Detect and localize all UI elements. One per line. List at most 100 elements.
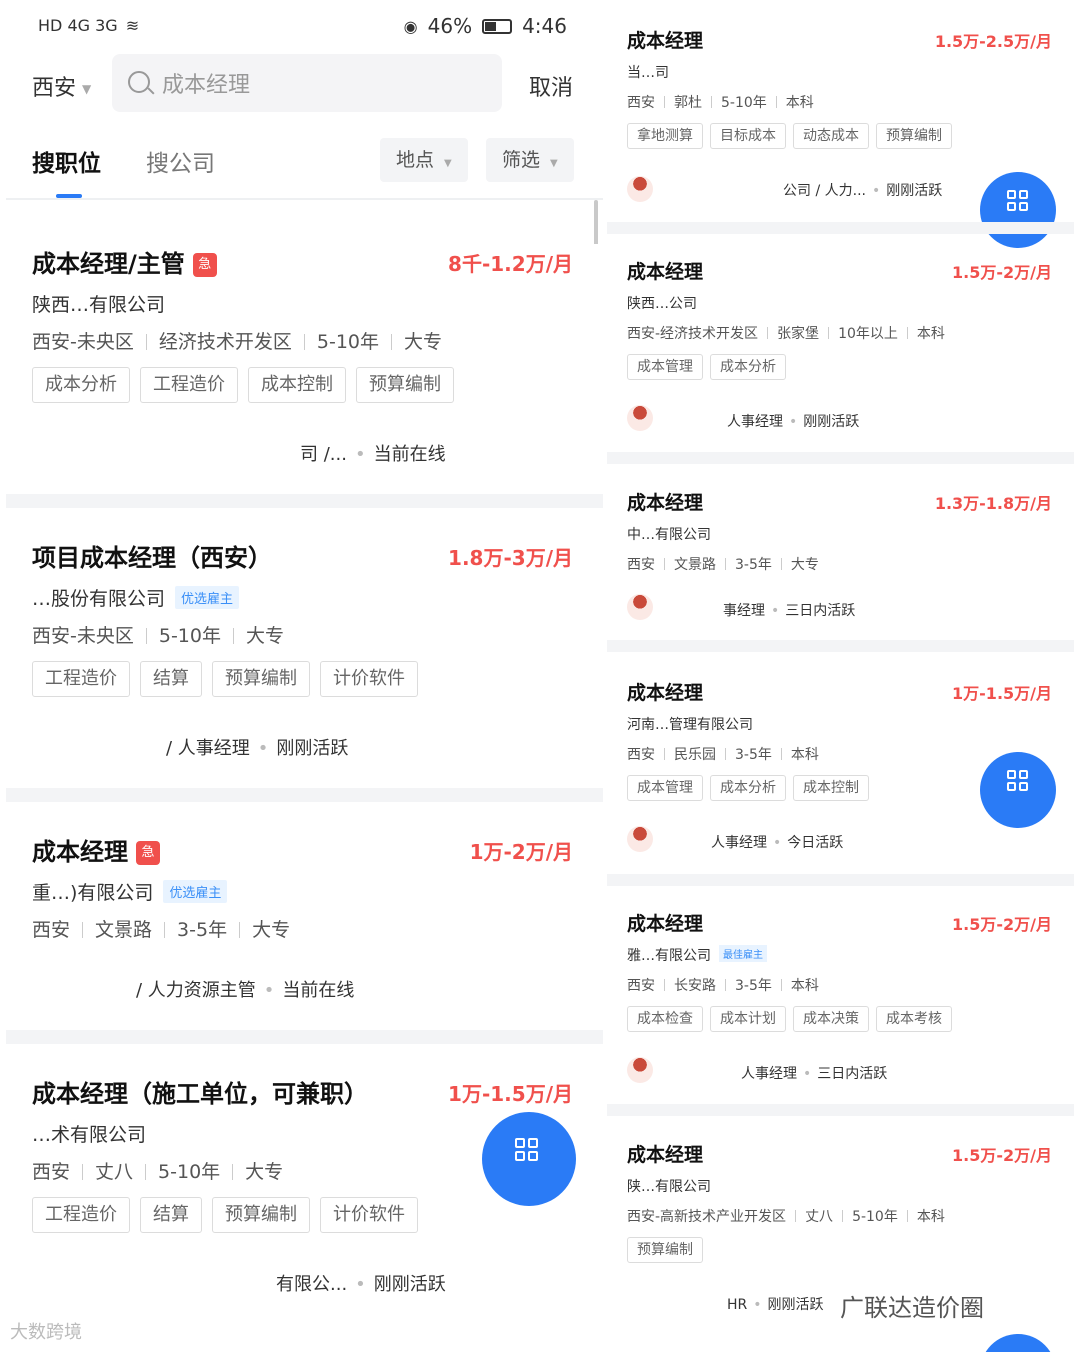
job-title: 成本经理: [627, 913, 704, 935]
floating-action-button[interactable]: [980, 752, 1056, 828]
meta-item: 西安: [627, 747, 655, 763]
activity-status: 当前在线: [373, 444, 446, 465]
company-name: 雅…有限公司: [627, 948, 711, 964]
avatar: [627, 405, 653, 431]
skill-tags: 工程造价 结算 预算编制 计价软件: [32, 661, 418, 697]
signal-icon: HD 4G 3G: [38, 16, 118, 35]
recruiter-line: / 人力资源主管 • 当前在线: [136, 980, 355, 1001]
job-title: 项目成本经理（西安）: [32, 544, 272, 572]
skill-tag: 成本分析: [32, 367, 130, 403]
job-title-text: 成本经理: [32, 838, 128, 866]
meta-item: 本科: [785, 95, 814, 111]
job-card[interactable]: 项目成本经理（西安） 1.8万-3万/月 …股份有限公司 优选雇主 西安-未央区 5…: [6, 538, 603, 783]
floating-action-button[interactable]: [482, 1112, 576, 1206]
job-title: 成本经理: [627, 492, 704, 514]
card-separator: [607, 1104, 1074, 1116]
meta-item: 大专: [245, 625, 284, 647]
meta-item: 3-5年: [177, 919, 228, 941]
floating-action-button[interactable]: [980, 1334, 1056, 1352]
skill-tags: 工程造价 结算 预算编制 计价软件: [32, 1197, 418, 1233]
recruiter-line: 人事经理 • 刚刚活跃: [727, 414, 860, 430]
eye-icon: ◉: [403, 16, 418, 36]
battery-percent: 46%: [427, 14, 473, 38]
activity-status: 三日内活跃: [817, 1066, 888, 1082]
avatar: [627, 1057, 653, 1083]
location-filter-label: 地点: [396, 149, 435, 171]
tab-search-companies[interactable]: 搜公司: [146, 144, 215, 178]
skill-tag: 计价软件: [320, 1197, 418, 1233]
more-filter[interactable]: 筛选 ▼: [486, 138, 574, 182]
meta-item: 经济技术开发区: [158, 331, 292, 353]
meta-item: 大专: [252, 919, 291, 941]
meta-item: 郭杜: [674, 95, 702, 111]
meta-item: 文景路: [95, 919, 153, 941]
skill-tag: 结算: [140, 1197, 202, 1233]
avatar: [627, 594, 653, 620]
job-card[interactable]: 成本经理 1.5万-2万/月 雅…有限公司 最佳雇主 西安 长安路 3-5年 本科 成本…: [607, 909, 1074, 1099]
job-card[interactable]: 成本经理急 1万-2万/月 重…)有限公司 优选雇主 西安 文景路 3-5年 大专 / …: [6, 832, 603, 1024]
job-title: 成本经理: [627, 682, 704, 704]
skill-tag: 成本控制: [793, 775, 869, 801]
search-input[interactable]: [162, 66, 482, 100]
chevron-down-icon: ▼: [550, 158, 558, 169]
job-meta: 西安 丈八 5-10年 大专: [32, 1157, 283, 1184]
card-separator: [607, 222, 1074, 234]
employer-badge: 优选雇主: [175, 586, 240, 609]
job-salary: 1.5万-2万/月: [952, 263, 1052, 282]
recruiter-line: 人事经理 • 三日内活跃: [741, 1066, 888, 1082]
city-selector[interactable]: 西安 ▼: [32, 70, 91, 102]
skill-tag: 预算编制: [356, 367, 454, 403]
recruiter-line: 有限公... • 刚刚活跃: [276, 1274, 446, 1295]
divider: [6, 198, 603, 200]
skill-tag: 成本管理: [627, 775, 703, 801]
skill-tags: 预算编制: [627, 1237, 703, 1263]
card-separator: [607, 640, 1074, 652]
job-title: 成本经理: [627, 30, 704, 52]
job-meta: 西安-高新技术产业开发区 丈八 5-10年 本科: [627, 1206, 945, 1226]
status-right: ◉ 46% 4:46: [404, 14, 567, 38]
company-name: …术有限公司: [32, 1124, 147, 1146]
meta-item: 3-5年: [735, 747, 772, 763]
recruiter-name: 人事经理: [727, 414, 783, 430]
activity-status: 刚刚活跃: [767, 1297, 824, 1313]
job-meta: 西安 文景路 3-5年 大专: [627, 554, 819, 574]
recruiter-name: HR: [727, 1297, 748, 1313]
chevron-down-icon: ▼: [444, 158, 452, 169]
company-name: 重…)有限公司: [32, 882, 154, 904]
company-name: 当…司: [627, 65, 669, 81]
meta-item: 5-10年: [158, 625, 221, 647]
wifi-icon: ≋: [125, 16, 140, 35]
meta-item: 西安-高新技术产业开发区: [627, 1209, 787, 1225]
meta-item: 西安-未央区: [32, 331, 134, 353]
company-name: 陕西…公司: [627, 296, 697, 312]
card-separator: [607, 874, 1074, 886]
status-left: HD 4G 3G ≋: [38, 16, 139, 35]
activity-status: 刚刚活跃: [373, 1274, 446, 1295]
company-name: 陕西…有限公司: [32, 294, 166, 316]
recruiter-name: / 人事经理: [166, 738, 250, 759]
recruiter-line: 司 /... • 当前在线: [300, 444, 446, 465]
search-row: 西安 ▼ 取消: [0, 52, 603, 114]
skill-tags: 成本管理 成本分析 成本控制: [627, 775, 869, 801]
job-meta: 西安-经济技术开发区 张家堡 10年以上 本科: [627, 323, 945, 343]
skill-tag: 工程造价: [32, 1197, 130, 1233]
search-box[interactable]: [112, 54, 502, 112]
cancel-button[interactable]: 取消: [529, 70, 573, 102]
recruiter-line: / 人事经理 • 刚刚活跃: [166, 738, 349, 759]
location-filter[interactable]: 地点 ▼: [380, 138, 468, 182]
skill-tags: 成本管理 成本分析: [627, 354, 786, 380]
activity-status: 三日内活跃: [785, 603, 856, 619]
meta-item: 张家堡: [777, 326, 820, 342]
meta-item: 西安: [32, 919, 71, 941]
employer-badge: 最佳雇主: [719, 945, 767, 962]
job-card[interactable]: 成本经理 1.3万-1.8万/月 中…有限公司 西安 文景路 3-5年 大专 事经理 •…: [607, 488, 1074, 638]
skill-tag: 计价软件: [320, 661, 418, 697]
clock: 4:46: [522, 14, 567, 38]
company-name: …股份有限公司: [32, 588, 166, 610]
job-meta: 西安-未央区 经济技术开发区 5-10年 大专: [32, 327, 442, 354]
tab-search-jobs[interactable]: 搜职位: [32, 144, 101, 178]
job-card[interactable]: 成本经理/主管急 8千-1.2万/月 陕西…有限公司 西安-未央区 经济技术开发区…: [6, 244, 603, 489]
job-card[interactable]: 成本经理 1.5万-2万/月 陕西…公司 西安-经济技术开发区 张家堡 10年以上 本…: [607, 257, 1074, 447]
floating-action-button[interactable]: [980, 172, 1056, 248]
skill-tag: 成本检查: [627, 1006, 703, 1032]
